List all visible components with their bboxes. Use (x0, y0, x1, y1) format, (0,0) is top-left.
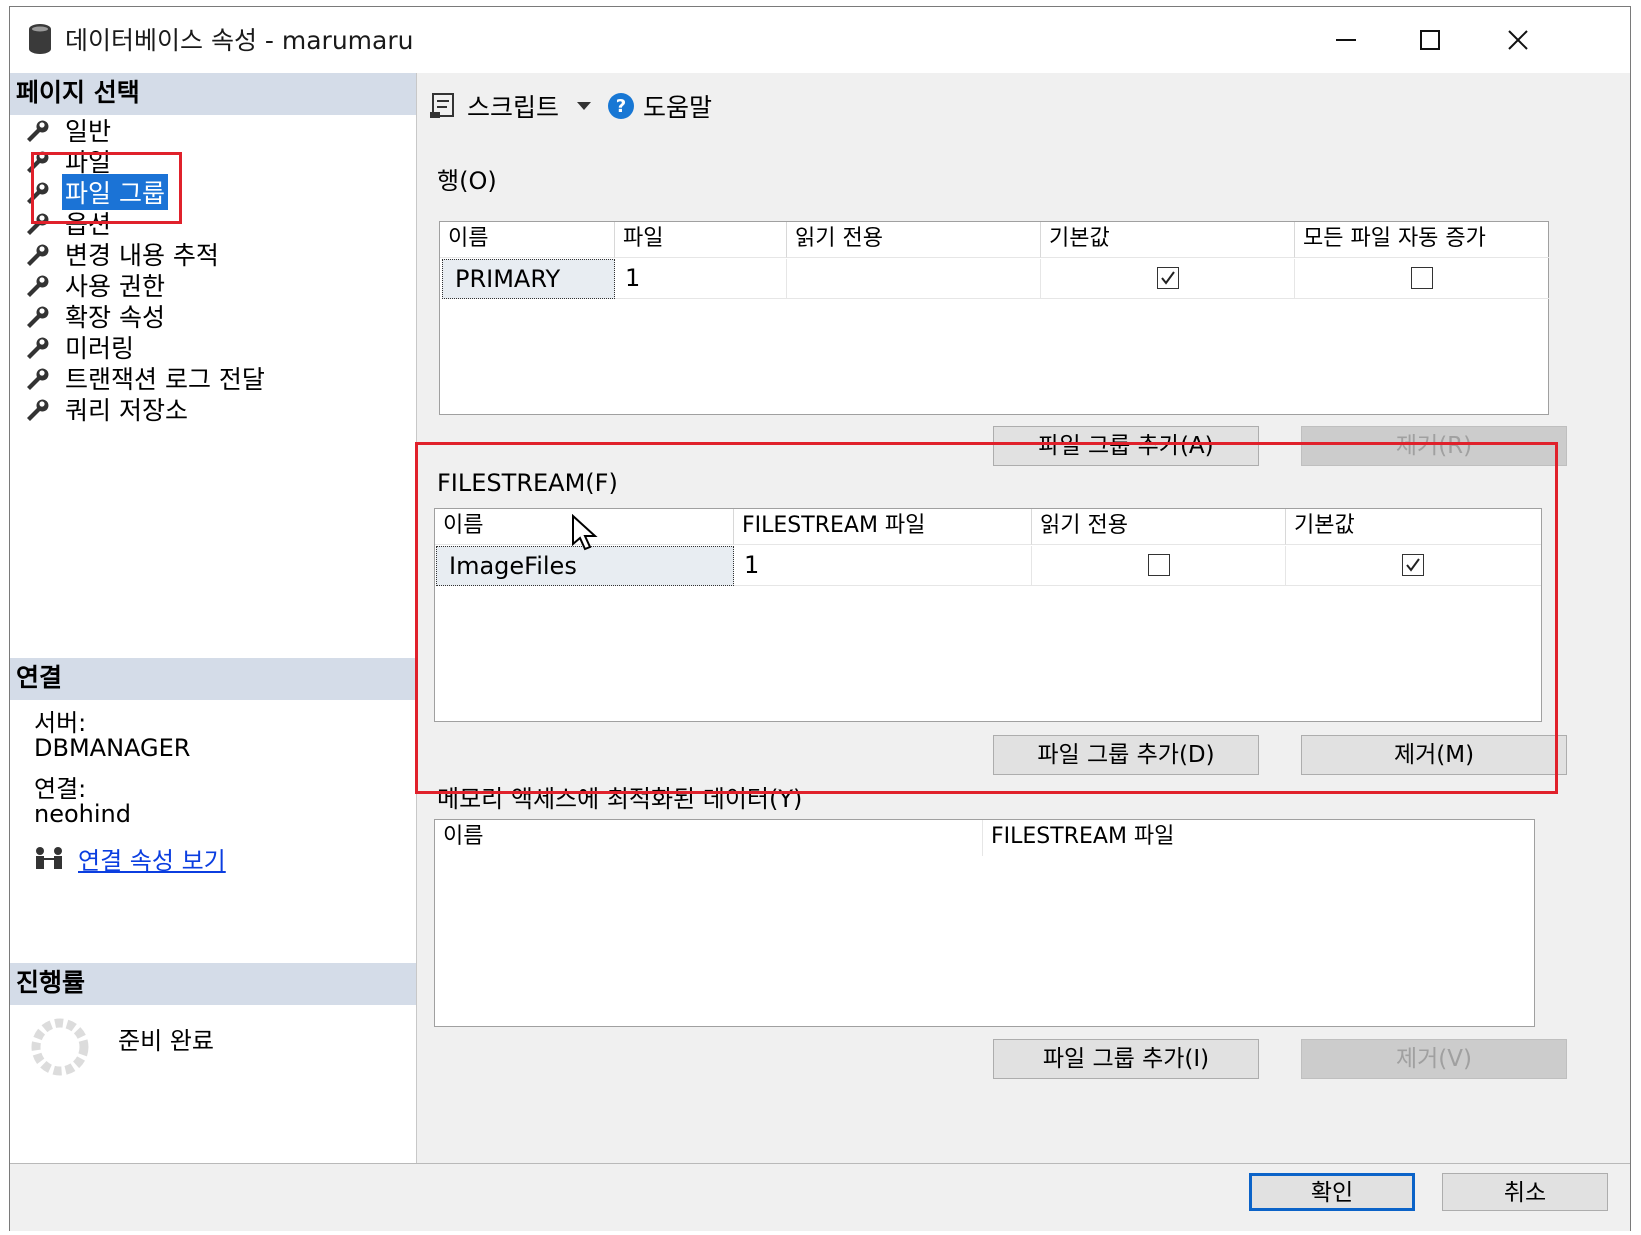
database-properties-window: 데이터베이스 속성 - marumaru 페이지 선택 일반 파일 파일 그룹 옵션 변… (9, 6, 1631, 1231)
mem-col-header-files[interactable]: FILESTREAM 파일 (983, 820, 1534, 856)
server-label: 서버: (34, 709, 87, 737)
annotation-box-filegroup (31, 152, 182, 224)
mem-col-header-name[interactable]: 이름 (435, 820, 983, 856)
memory-grid: 이름 FILESTREAM 파일 (434, 819, 1535, 1027)
cell-read-only[interactable] (787, 259, 1041, 299)
progress-spinner-icon (31, 1018, 89, 1076)
default-checkbox[interactable] (1157, 267, 1179, 289)
connection-icon (36, 847, 62, 869)
script-button[interactable]: 스크립트 (467, 88, 559, 124)
title-bar: 데이터베이스 속성 - marumaru (10, 7, 1630, 73)
sidebar-item-0[interactable]: 일반 (24, 115, 114, 146)
script-icon (430, 93, 454, 118)
left-pane: 페이지 선택 일반 파일 파일 그룹 옵션 변경 내용 추적 사용 권한 확장 속성 미러링 트… (10, 73, 417, 1163)
checkmark-icon (1161, 271, 1175, 285)
col-header-default[interactable]: 기본값 (1041, 222, 1295, 258)
col-header-name[interactable]: 이름 (440, 222, 615, 258)
rows-grid: 이름 파일 읽기 전용 기본값 모든 파일 자동 증가 PRIMARY 1 (439, 221, 1549, 415)
wrench-icon (27, 399, 49, 421)
cancel-button[interactable]: 취소 (1442, 1173, 1608, 1211)
sidebar-item-9[interactable]: 쿼리 저장소 (24, 394, 191, 425)
wrench-icon (27, 337, 49, 359)
server-value: DBMANAGER (34, 734, 191, 762)
connection-header: 연결 (10, 658, 416, 700)
maximize-button[interactable] (1384, 7, 1476, 73)
wrench-icon (27, 306, 49, 328)
close-icon (1508, 30, 1528, 50)
window-title: 데이터베이스 속성 - marumaru (65, 26, 414, 55)
progress-header: 진행률 (10, 963, 416, 1005)
view-connection-properties-link[interactable]: 연결 속성 보기 (78, 841, 226, 876)
main-pane: 스크립트 ? 도움말 행(O) 이름 파일 읽기 전용 기본값 모든 파일 자동… (415, 73, 1630, 1163)
ok-button[interactable]: 확인 (1249, 1173, 1415, 1211)
remove-button-memory[interactable]: 제거(V) (1301, 1039, 1567, 1079)
connection-label: 연결: (34, 775, 87, 803)
cell-name[interactable]: PRIMARY (442, 259, 615, 299)
sidebar-item-4[interactable]: 변경 내용 추적 (24, 239, 222, 270)
col-header-read-only[interactable]: 읽기 전용 (787, 222, 1041, 258)
cell-default (1041, 259, 1295, 299)
wrench-icon (27, 244, 49, 266)
connection-value: neohind (34, 800, 131, 828)
cell-autogrow-all (1295, 259, 1549, 299)
progress-status: 준비 완료 (118, 1027, 214, 1055)
sidebar-item-8[interactable]: 트랜잭션 로그 전달 (24, 363, 268, 394)
autogrow-all-checkbox[interactable] (1411, 267, 1433, 289)
sidebar-item-5[interactable]: 사용 권한 (24, 270, 168, 301)
database-icon (29, 24, 51, 54)
cell-files[interactable]: 1 (615, 259, 787, 299)
maximize-icon (1420, 30, 1440, 50)
wrench-icon (27, 120, 49, 142)
wrench-icon (27, 275, 49, 297)
dialog-footer: 확인 취소 (10, 1163, 1630, 1231)
add-filegroup-button-memory[interactable]: 파일 그룹 추가(I) (993, 1039, 1259, 1079)
minimize-button[interactable] (1300, 7, 1392, 73)
help-button[interactable]: 도움말 (643, 88, 712, 124)
rows-section-label: 행(O) (437, 167, 497, 195)
sidebar-item-6[interactable]: 확장 속성 (24, 301, 168, 332)
annotation-box-filestream (415, 442, 1558, 794)
col-header-files[interactable]: 파일 (615, 222, 787, 258)
svg-text:?: ? (616, 96, 626, 117)
wrench-icon (27, 368, 49, 390)
close-button[interactable] (1472, 7, 1564, 73)
toolbar: 스크립트 ? 도움말 (429, 88, 712, 124)
page-select-header: 페이지 선택 (10, 73, 416, 115)
sidebar-item-label: 쿼리 저장소 (65, 396, 188, 425)
minimize-icon (1336, 39, 1356, 41)
col-header-autogrow-all[interactable]: 모든 파일 자동 증가 (1295, 222, 1549, 258)
sidebar-item-7[interactable]: 미러링 (24, 332, 137, 363)
chevron-down-icon[interactable] (575, 100, 593, 112)
help-icon: ? (608, 93, 635, 119)
